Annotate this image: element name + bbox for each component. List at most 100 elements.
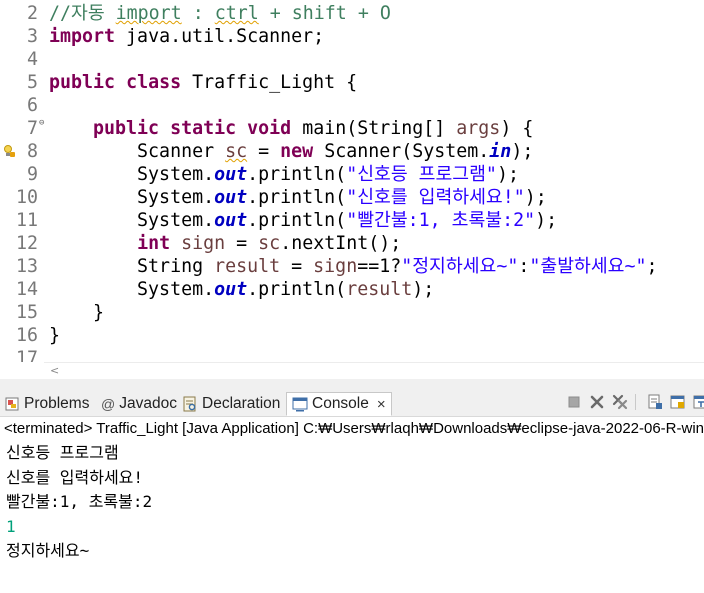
console-launch-description: <terminated> Traffic_Light [Java Applica… bbox=[4, 420, 704, 437]
remove-all-terminated-icon[interactable] bbox=[611, 393, 629, 411]
code-token: + shift + O bbox=[258, 3, 391, 24]
code-token: ; bbox=[646, 256, 658, 277]
code-editor[interactable]: 2 //자동 import : ctrl + shift + O 3 import j… bbox=[0, 0, 704, 362]
code-token: out bbox=[214, 210, 248, 231]
code-line[interactable]: 14 System.out.println(result); bbox=[0, 278, 704, 301]
console-output-line: 빨간불:1, 초록불:2 bbox=[6, 492, 153, 511]
scroll-left-arrow-icon[interactable]: < bbox=[50, 365, 59, 377]
code-token: args bbox=[456, 118, 501, 139]
code-line[interactable]: 6 bbox=[0, 94, 704, 117]
code-token: } bbox=[49, 302, 105, 323]
code-line[interactable]: 7 ⊖ public static void main(String[] args… bbox=[0, 117, 704, 140]
code-line[interactable]: 16} bbox=[0, 324, 704, 347]
panel-tab-bar: Problems @ Javadoc Declaration Console × bbox=[0, 389, 704, 417]
close-icon[interactable]: × bbox=[377, 397, 386, 412]
code-token: import bbox=[115, 3, 182, 24]
line-number: 9 bbox=[26, 164, 38, 185]
line-number: 16 bbox=[15, 325, 38, 346]
pin-console-icon[interactable] bbox=[692, 393, 704, 411]
panel-separator[interactable] bbox=[0, 379, 704, 389]
code-token: = bbox=[280, 256, 314, 277]
code-line[interactable]: 8 Scanner sc = new Scanner(System.in); bbox=[0, 140, 704, 163]
line-number: 4 bbox=[26, 49, 38, 70]
code-token: static bbox=[170, 118, 237, 139]
code-line[interactable]: 9 System.out.println("신호등 프로그램"); bbox=[0, 163, 704, 186]
scroll-lock-icon[interactable] bbox=[646, 393, 664, 411]
code-text: int sign = sc.nextInt(); bbox=[49, 232, 401, 255]
line-number: 7 bbox=[26, 118, 38, 139]
code-text: } bbox=[49, 301, 104, 324]
tab-declaration[interactable]: Declaration bbox=[182, 392, 280, 416]
console-view[interactable]: <terminated> Traffic_Light [Java Applica… bbox=[0, 417, 704, 593]
code-line[interactable]: 5 public class Traffic_Light { bbox=[0, 71, 704, 94]
tab-problems[interactable]: Problems bbox=[4, 392, 89, 416]
code-line[interactable]: 12 int sign = sc.nextInt(); bbox=[0, 232, 704, 255]
code-token: ) { bbox=[500, 118, 534, 139]
console-output-line: 신호를 입력하세요! bbox=[6, 467, 144, 487]
fold-collapse-icon[interactable]: ⊖ bbox=[39, 117, 44, 129]
code-token: = bbox=[225, 233, 259, 254]
code-token: main(String[] bbox=[291, 118, 457, 139]
code-line[interactable]: 13 String result = sign==1?"정지하세요~":"출발하… bbox=[0, 255, 704, 278]
code-token: Traffic_Light { bbox=[181, 72, 358, 93]
code-token: System. bbox=[49, 279, 215, 300]
code-token: ); bbox=[412, 279, 435, 300]
code-text: System.out.println("빨간불:1, 초록불:2"); bbox=[49, 209, 557, 232]
warning-bulb-icon[interactable] bbox=[3, 145, 15, 157]
tab-javadoc[interactable]: @ Javadoc bbox=[101, 392, 177, 416]
code-token: ctrl bbox=[214, 3, 259, 24]
code-text: System.out.println("신호를 입력하세요!"); bbox=[49, 186, 547, 209]
remove-launch-icon[interactable] bbox=[588, 393, 606, 411]
code-token: String bbox=[49, 256, 215, 277]
code-line[interactable]: 4 bbox=[0, 48, 704, 71]
code-token: .println( bbox=[247, 187, 347, 208]
editor-horizontal-scrollbar[interactable]: < bbox=[44, 362, 704, 379]
code-token: ); bbox=[511, 141, 534, 162]
code-text: Scanner sc = new Scanner(System.in); bbox=[49, 140, 533, 163]
code-token: result bbox=[214, 256, 281, 277]
code-text: System.out.println(result); bbox=[49, 278, 434, 301]
code-line[interactable]: 10 System.out.println("신호를 입력하세요!"); bbox=[0, 186, 704, 209]
code-token: result bbox=[346, 279, 413, 300]
code-line[interactable]: 2 //자동 import : ctrl + shift + O bbox=[0, 2, 704, 25]
code-line[interactable]: 17 bbox=[0, 347, 704, 362]
javadoc-icon: @ bbox=[101, 396, 116, 412]
code-token: "빨간불:1, 초록불:2" bbox=[346, 210, 536, 231]
code-token: sign bbox=[313, 256, 358, 277]
code-token: .println( bbox=[247, 279, 347, 300]
code-line[interactable]: 3 import java.util.Scanner; bbox=[0, 25, 704, 48]
code-line[interactable]: 15 } bbox=[0, 301, 704, 324]
code-token: void bbox=[247, 118, 292, 139]
tab-declaration-label: Declaration bbox=[202, 395, 281, 412]
terminate-icon[interactable] bbox=[565, 393, 583, 411]
code-line[interactable]: 11 System.out.println("빨간불:1, 초록불:2"); bbox=[0, 209, 704, 232]
tab-console[interactable]: Console × bbox=[286, 392, 392, 416]
code-token: "출발하세요~" bbox=[529, 256, 647, 277]
code-token: class bbox=[126, 72, 182, 93]
line-number: 3 bbox=[26, 26, 38, 47]
code-token: .println( bbox=[247, 210, 347, 231]
tab-problems-label: Problems bbox=[24, 395, 90, 412]
line-number: 6 bbox=[26, 95, 38, 116]
console-toolbar bbox=[560, 391, 704, 413]
console-icon bbox=[292, 396, 308, 412]
line-number: 15 bbox=[15, 302, 38, 323]
problems-icon bbox=[4, 396, 20, 412]
code-token: System. bbox=[49, 164, 215, 185]
code-token: in bbox=[489, 141, 512, 162]
show-console-icon[interactable] bbox=[669, 393, 687, 411]
code-token: int bbox=[137, 233, 171, 254]
code-token: public bbox=[93, 118, 160, 139]
code-token: Scanner(System. bbox=[313, 141, 490, 162]
code-token: ); bbox=[496, 164, 519, 185]
code-token: out bbox=[214, 279, 248, 300]
code-token: sign bbox=[181, 233, 226, 254]
declaration-icon bbox=[182, 396, 198, 412]
code-token: "정지하세요~" bbox=[401, 256, 519, 277]
code-token: } bbox=[49, 325, 61, 346]
code-token: .nextInt(); bbox=[280, 233, 402, 254]
